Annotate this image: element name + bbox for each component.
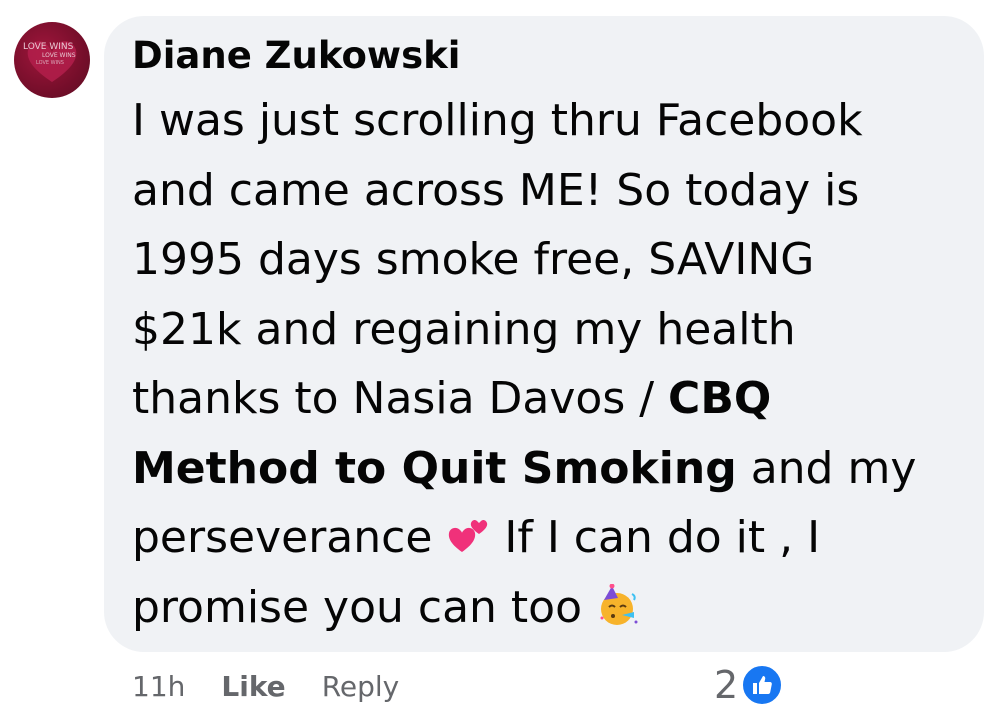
comment-line: perseverance If I can do it , I bbox=[132, 503, 932, 573]
like-button[interactable]: Like bbox=[221, 670, 285, 703]
linked-page-name[interactable]: CBQ bbox=[668, 373, 771, 424]
reaction-summary[interactable]: 2 bbox=[714, 660, 785, 710]
reaction-count: 2 bbox=[714, 663, 739, 707]
two-hearts-icon bbox=[449, 519, 488, 552]
comment-text-segment: If I can do it , I bbox=[490, 512, 821, 563]
partying-face-icon bbox=[600, 583, 638, 625]
comment-line: I was just scrolling thru Facebook bbox=[132, 95, 863, 146]
comment-text-segment: and my bbox=[736, 442, 917, 494]
comment-text-segment: thanks to Nasia Davos / bbox=[132, 373, 669, 424]
comment-actions: 11h Like Reply bbox=[132, 664, 399, 708]
comment-line: $21k and regaining my health bbox=[132, 303, 796, 355]
comment-text-segment: promise you can too bbox=[132, 581, 596, 633]
comment-line: 1995 days smoke free, SAVING bbox=[132, 234, 815, 285]
comment-author[interactable]: Diane Zukowski bbox=[132, 34, 460, 78]
comment-line: thanks to Nasia Davos / CBQ bbox=[132, 364, 932, 434]
comment-timestamp[interactable]: 11h bbox=[132, 670, 185, 703]
reply-button[interactable]: Reply bbox=[322, 670, 400, 703]
comment-text: I was just scrolling thru Facebook and c… bbox=[132, 86, 932, 642]
avatar-text-2: LOVE WINS bbox=[42, 52, 76, 59]
like-icon bbox=[740, 663, 785, 707]
comment-text-segment: perseverance bbox=[132, 512, 447, 563]
avatar[interactable]: LOVE WINS LOVE WINS LOVE WINS bbox=[14, 22, 90, 98]
comment-line: Method to Quit Smoking and my bbox=[132, 434, 932, 504]
comment-line: and came across ME! So today is bbox=[132, 164, 860, 216]
linked-page-name-continued[interactable]: Method to Quit Smoking bbox=[132, 443, 737, 494]
comment-line: promise you can too bbox=[132, 573, 932, 643]
avatar-text-1: LOVE WINS bbox=[23, 42, 74, 52]
avatar-text-3: LOVE WINS bbox=[36, 60, 64, 66]
